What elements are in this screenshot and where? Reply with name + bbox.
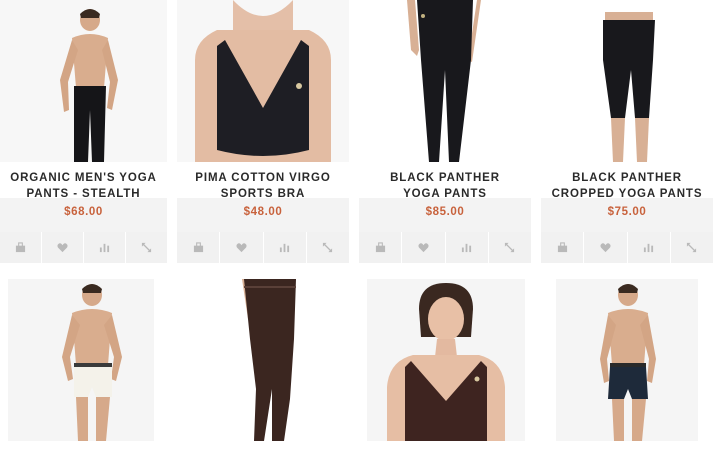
heart-icon bbox=[57, 243, 68, 253]
bar-chart-icon bbox=[462, 243, 472, 253]
add-to-cart-button[interactable] bbox=[541, 232, 583, 263]
product-actions bbox=[541, 232, 713, 263]
bar-chart-icon bbox=[644, 243, 654, 253]
add-to-cart-button[interactable] bbox=[177, 232, 219, 263]
heart-icon bbox=[236, 243, 247, 253]
woman-bra-image bbox=[387, 283, 505, 441]
product-image[interactable] bbox=[556, 279, 698, 441]
cart-icon bbox=[193, 242, 203, 253]
product-price: $68.00 bbox=[64, 206, 103, 218]
product-image[interactable] bbox=[177, 0, 349, 162]
product-card: Pima Cotton Virgo Sports Bra $48.00 bbox=[177, 0, 349, 264]
wishlist-button[interactable] bbox=[401, 232, 444, 263]
product-actions bbox=[359, 232, 531, 263]
black-yoga-pants-image bbox=[407, 0, 481, 162]
product-image[interactable] bbox=[541, 0, 713, 162]
wishlist-button[interactable] bbox=[583, 232, 626, 263]
product-image[interactable] bbox=[8, 279, 154, 441]
expand-icon bbox=[505, 242, 515, 253]
sports-bra-image bbox=[195, 0, 331, 162]
product-image[interactable] bbox=[198, 279, 333, 441]
product-card: Black Panther Cropped Yoga Pants $75.00 bbox=[541, 0, 713, 264]
brown-leggings-image bbox=[242, 279, 296, 441]
compare-button[interactable] bbox=[444, 232, 488, 263]
product-image[interactable] bbox=[359, 0, 531, 162]
compare-button[interactable] bbox=[83, 232, 125, 263]
quick-view-button[interactable] bbox=[487, 232, 531, 263]
wishlist-button[interactable] bbox=[41, 232, 83, 263]
price-box: $75.00 bbox=[541, 198, 713, 232]
expand-icon bbox=[141, 242, 152, 253]
product-card: Organic Men's Yoga Pants - Stealth Black… bbox=[0, 0, 167, 264]
heart-icon bbox=[600, 243, 611, 253]
cropped-yoga-pants-image bbox=[603, 12, 655, 162]
quick-view-button[interactable] bbox=[125, 232, 167, 263]
bar-chart-icon bbox=[280, 243, 290, 253]
product-image[interactable] bbox=[0, 0, 167, 162]
man-white-briefs-image bbox=[62, 284, 122, 441]
product-card: Black Panther Yoga Pants $85.00 bbox=[359, 0, 531, 264]
product-price: $48.00 bbox=[243, 206, 283, 218]
price-box: $85.00 bbox=[359, 198, 531, 232]
man-yoga-pants-image bbox=[60, 9, 118, 162]
bar-chart-icon bbox=[99, 243, 110, 253]
cart-icon bbox=[15, 242, 26, 253]
compare-button[interactable] bbox=[626, 232, 670, 263]
price-box: $68.00 bbox=[0, 198, 167, 232]
price-box: $48.00 bbox=[177, 198, 349, 232]
expand-icon bbox=[687, 242, 697, 253]
product-price: $75.00 bbox=[607, 206, 647, 218]
quick-view-button[interactable] bbox=[669, 232, 713, 263]
product-image[interactable] bbox=[367, 279, 525, 441]
product-actions bbox=[0, 232, 167, 263]
product-price: $85.00 bbox=[425, 206, 465, 218]
expand-icon bbox=[323, 242, 333, 253]
add-to-cart-button[interactable] bbox=[359, 232, 401, 263]
cart-icon bbox=[557, 242, 567, 253]
quick-view-button[interactable] bbox=[305, 232, 349, 263]
heart-icon bbox=[418, 243, 429, 253]
man-shorts-image bbox=[600, 284, 656, 441]
compare-button[interactable] bbox=[262, 232, 306, 263]
wishlist-button[interactable] bbox=[219, 232, 262, 263]
product-actions bbox=[177, 232, 349, 263]
cart-icon bbox=[375, 242, 385, 253]
add-to-cart-button[interactable] bbox=[0, 232, 41, 263]
